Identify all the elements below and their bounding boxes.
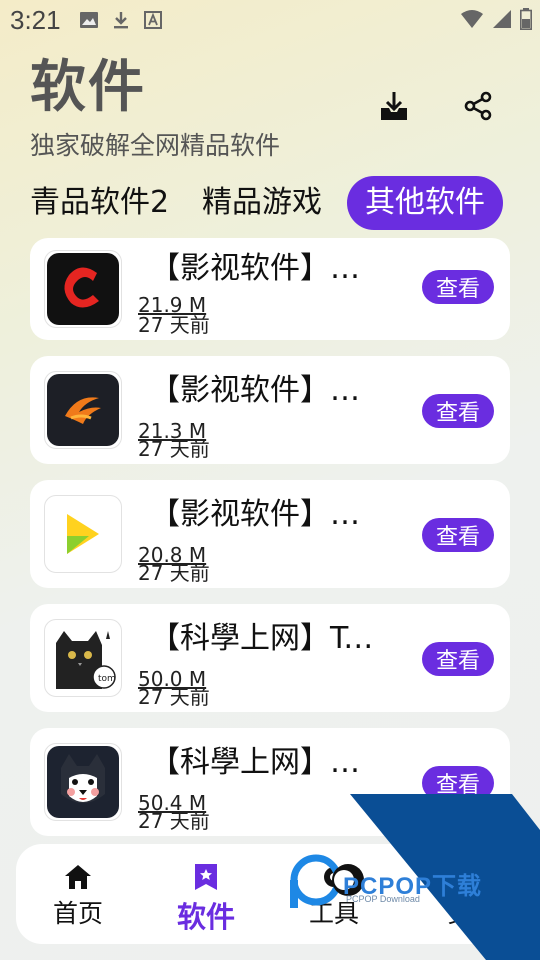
share-button[interactable]: [460, 88, 496, 124]
wifi-icon: [461, 10, 483, 28]
download-tray-button[interactable]: [376, 88, 412, 124]
app-date: 27 天前: [138, 437, 210, 461]
app-date: 27 天前: [138, 561, 210, 585]
status-time: 3:21: [10, 4, 61, 35]
app-name: 【影视软件】好...: [150, 497, 386, 532]
watermark-subtext: PCPOP Download: [346, 894, 420, 904]
list-item[interactable]: tom 【科學上网】To... 50.0 M 27 天前 查看: [30, 604, 510, 712]
page-subtitle: 独家破解全网精品软件: [30, 131, 281, 160]
list-item[interactable]: 【科學上网】小... 50.4 M 27 天前 查看: [30, 728, 510, 836]
tab-premium-software-2[interactable]: 青品软件2: [30, 176, 169, 230]
page-title: 软件: [30, 55, 146, 120]
list-item[interactable]: 【影视软件】好... 20.8 M 27 天前 查看: [30, 480, 510, 588]
tab-other-software[interactable]: 其他软件: [347, 176, 503, 230]
download-icon: [113, 12, 128, 29]
list-item[interactable]: 【影视软件】可... 21.3 M 27 天前 查看: [30, 356, 510, 464]
nav-label-software: 软件: [176, 900, 235, 934]
header-actions: [376, 88, 496, 124]
svg-text:tom: tom: [98, 674, 116, 684]
download-tray-icon: [381, 92, 407, 120]
orange-swirl-logo-icon: [44, 371, 122, 449]
status-bar: 3:21: [0, 0, 540, 40]
page-header: 软件 独家破解全网精品软件: [30, 52, 280, 162]
view-button[interactable]: 查看: [422, 270, 494, 304]
battery-icon: [520, 8, 532, 30]
app-date: 27 天前: [138, 313, 210, 337]
image-icon: [79, 12, 98, 28]
husky-logo-icon: [44, 743, 122, 821]
nav-item-home[interactable]: 首页: [28, 862, 128, 930]
font-icon: [143, 11, 162, 29]
view-button[interactable]: 查看: [422, 518, 494, 552]
list-item[interactable]: 【影视软件】网... 21.9 M 27 天前 查看: [30, 238, 510, 340]
home-icon: [65, 865, 91, 889]
app-name: 【影视软件】可...: [150, 373, 386, 408]
category-tabs: 青品软件2 精品游戏 其他软件: [0, 176, 540, 232]
view-button[interactable]: 查看: [422, 766, 494, 800]
app-date: 27 天前: [138, 685, 210, 709]
signal-icon: [493, 10, 511, 28]
app-name: 【科學上网】To...: [150, 621, 386, 656]
share-icon: [464, 91, 492, 121]
app-date: 27 天前: [138, 809, 210, 833]
nav-label-home: 首页: [52, 899, 103, 928]
tom-cat-logo-icon: tom: [44, 619, 122, 697]
red-c-logo-icon: [44, 250, 122, 328]
view-button[interactable]: 查看: [422, 642, 494, 676]
app-name: 【影视软件】网...: [150, 251, 386, 286]
app-name: 【科學上网】小...: [150, 745, 386, 780]
bookmark-star-icon: [195, 864, 217, 890]
tab-premium-games[interactable]: 精品游戏: [202, 176, 322, 230]
nav-item-software[interactable]: 软件: [156, 862, 256, 936]
view-button[interactable]: 查看: [422, 394, 494, 428]
play-logo-icon: [44, 495, 122, 573]
